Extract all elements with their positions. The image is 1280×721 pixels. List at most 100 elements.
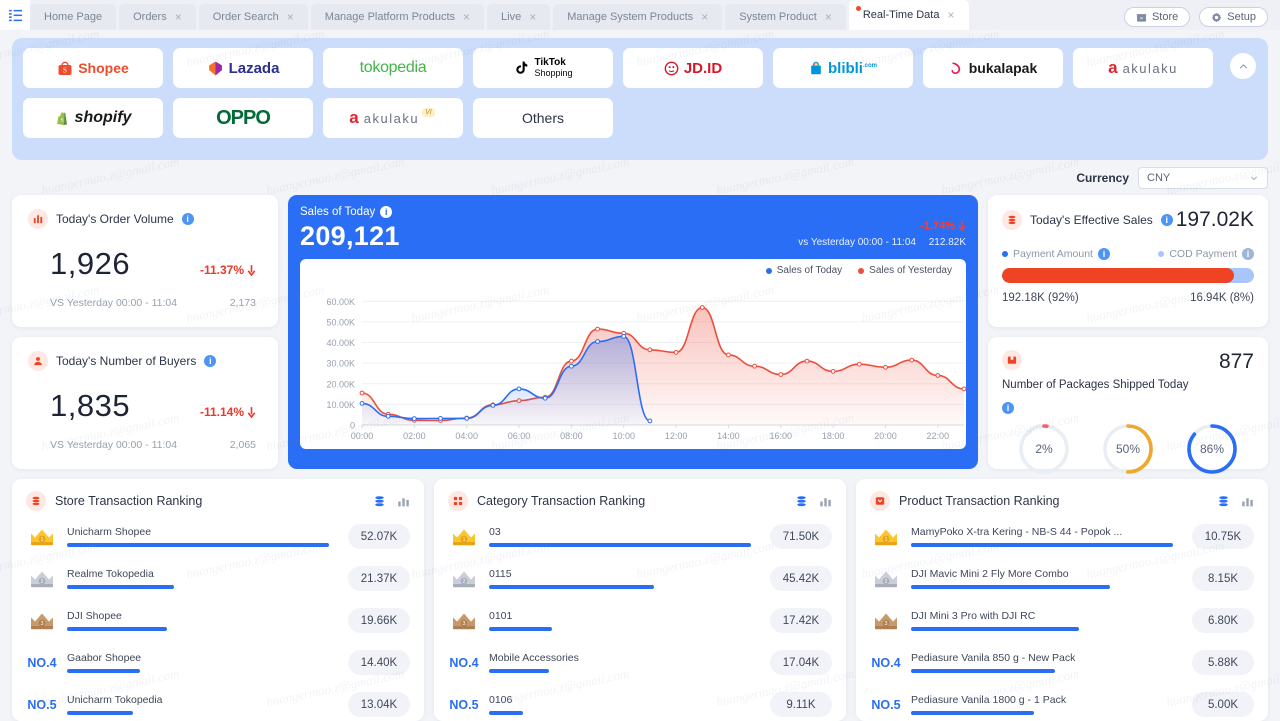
series-point-1 (752, 363, 758, 369)
tab-system-product[interactable]: System Product × (725, 4, 846, 30)
rank-item-name: Realme Tokopedia (67, 568, 154, 580)
platform-button-tiktok[interactable]: TikTok Shopping (473, 48, 613, 88)
info-icon[interactable]: i (204, 355, 217, 367)
kpi-compare-label: VS Yesterday 00:00 - 11:04 (50, 297, 178, 309)
rank-content: DJI Mini 3 Pro with DJI RC (911, 610, 1173, 631)
rank-badge: NO.4 (448, 656, 480, 670)
ranking-title: Category Transaction Ranking (477, 494, 646, 508)
sales-compare: vs Yesterday 00:00 - 11:04 212.82K (798, 237, 966, 248)
platform-collapse-button[interactable] (1230, 53, 1256, 79)
rank-crown-icon: 1 (31, 529, 53, 545)
kpi-header: Today's Order Volume i (28, 209, 262, 229)
series-point-0 (438, 416, 443, 421)
kpi-column: Today's Order Volume i 1,926 -11.37% VS … (12, 195, 278, 469)
store-button[interactable]: Store (1123, 7, 1191, 27)
svg-text:3: 3 (463, 621, 466, 627)
platform-button-bukalapak[interactable]: bukalapak (923, 48, 1063, 88)
platform-button-tokopedia[interactable]: tokopedia (323, 48, 463, 88)
sales-header: Sales of Today i 209,121 -1.74% vs Yeste… (300, 206, 966, 252)
ranking-item[interactable]: NO.5 Pediasure Vanila 1800 g - 1 Pack 5.00… (870, 688, 1254, 721)
platform-button-oppo[interactable]: OPPO (173, 98, 313, 138)
rank-bar-track (489, 585, 751, 589)
ranking-item[interactable]: 2 DJI Mavic Mini 2 Fly More Combo 8.15K (870, 562, 1254, 595)
tab-orders[interactable]: Orders × (119, 4, 196, 30)
tab-close-icon[interactable]: × (287, 11, 294, 23)
platform-button-akulaku[interactable]: a akulaku (1073, 48, 1213, 88)
tab-manage-system-products[interactable]: Manage System Products × (553, 4, 723, 30)
ranking-item[interactable]: 3 DJI Shopee 19.66K (26, 604, 410, 637)
tab-order-search[interactable]: Order Search × (198, 4, 308, 30)
ranking-item[interactable]: 2 0115 45.42K (448, 562, 832, 595)
tab-real-time-data[interactable]: Real-Time Data × (848, 0, 969, 30)
info-icon[interactable]: i (380, 206, 393, 218)
box-icon (1002, 350, 1022, 370)
tab-live[interactable]: Live × (487, 4, 551, 30)
info-icon[interactable]: i (1002, 401, 1014, 414)
tab-close-icon[interactable]: × (947, 9, 954, 21)
ranking-item[interactable]: NO.4 Mobile Accessories 17.04K (448, 646, 832, 679)
svg-text:2: 2 (885, 579, 888, 585)
platform-button-jdid[interactable]: JD.ID (623, 48, 763, 88)
svg-text:20.00K: 20.00K (326, 379, 355, 389)
legend-item-1[interactable]: Sales of Yesterday (858, 265, 952, 276)
platform-grid: S Shopee Lazada tokopedia TikTok Shopping JD.I… (23, 48, 1257, 138)
ranking-item[interactable]: NO.4 Gaabor Shopee 14.40K (26, 646, 410, 679)
ranking-item[interactable]: 2 Realme Tokopedia 21.37K (26, 562, 410, 595)
info-icon[interactable]: i (1242, 248, 1254, 260)
ranking-item[interactable]: 3 DJI Mini 3 Pro with DJI RC 6.80K (870, 604, 1254, 637)
tab-home-page[interactable]: Home Page (30, 4, 117, 30)
info-icon[interactable]: i (181, 213, 194, 225)
ranking-tools (373, 495, 410, 508)
chart-view-icon[interactable] (1241, 495, 1254, 508)
ranking-item[interactable]: 1 03 71.50K (448, 520, 832, 553)
platform-label: Shopee (78, 60, 129, 76)
rank-content: MamyPoko X-tra Kering - NB-S 44 - Popok … (911, 526, 1173, 547)
tab-label: Home Page (44, 11, 103, 23)
packages-value: 877 (1218, 350, 1254, 373)
chart-view-icon[interactable] (397, 495, 410, 508)
sales-header-left: Sales of Today i 209,121 (300, 206, 400, 252)
platform-button-akulaku-vi[interactable]: a akulaku VI (323, 98, 463, 138)
setup-button[interactable]: Setup (1199, 7, 1268, 27)
info-icon[interactable]: i (1160, 214, 1173, 226)
tab-close-icon[interactable]: × (701, 11, 708, 23)
ranking-item[interactable]: 3 0101 17.42K (448, 604, 832, 637)
ranking-item[interactable]: 1 Unicharm Shopee 52.07K (26, 520, 410, 553)
rank-bar-track (489, 669, 751, 673)
rank-number: NO.4 (871, 655, 901, 670)
ranking-item[interactable]: NO.5 Unicharm Tokopedia 13.04K (26, 688, 410, 721)
ranking-item[interactable]: NO.4 Pediasure Vanila 850 g - New Pack 5.8… (870, 646, 1254, 679)
chart-view-icon[interactable] (819, 495, 832, 508)
tab-close-icon[interactable]: × (463, 11, 470, 23)
ranking-item[interactable]: NO.5 0106 9.11K (448, 688, 832, 721)
currency-select[interactable]: CNY (1138, 167, 1268, 189)
rank-item-value: 13.04K (348, 692, 410, 717)
rank-bar-track (67, 711, 329, 715)
ranking-item[interactable]: 1 MamyPoko X-tra Kering - NB-S 44 - Popok… (870, 520, 1254, 553)
rank-bar-track (911, 711, 1173, 715)
platform-button-blibli[interactable]: blibli.com (773, 48, 913, 88)
tab-close-icon[interactable]: × (825, 11, 832, 23)
tab-close-icon[interactable]: × (175, 11, 182, 23)
tab-close-icon[interactable]: × (529, 11, 536, 23)
list-view-icon[interactable] (1217, 495, 1230, 508)
rank-badge: NO.5 (870, 698, 902, 712)
platform-button-others[interactable]: Others (473, 98, 613, 138)
list-view-icon[interactable] (795, 495, 808, 508)
legend-item-0[interactable]: Sales of Today (765, 265, 842, 276)
rank-badge: 2 (448, 569, 480, 589)
hamburger-menu-icon[interactable] (0, 0, 30, 30)
platform-button-lazada[interactable]: Lazada (173, 48, 313, 88)
platform-button-shopee[interactable]: S Shopee (23, 48, 163, 88)
list-view-icon[interactable] (373, 495, 386, 508)
rank-badge: 2 (870, 569, 902, 589)
info-icon[interactable]: i (1097, 248, 1110, 260)
rank-bar-fill (911, 585, 1111, 589)
rank-bar-track (489, 711, 751, 715)
rank-bar-fill (489, 627, 552, 631)
rank-item-name: 0106 (489, 694, 513, 706)
platform-button-shopify[interactable]: Sshopify (23, 98, 163, 138)
svg-text:2: 2 (41, 579, 44, 585)
series-point-1 (699, 305, 705, 310)
tab-manage-platform-products[interactable]: Manage Platform Products × (310, 4, 485, 30)
